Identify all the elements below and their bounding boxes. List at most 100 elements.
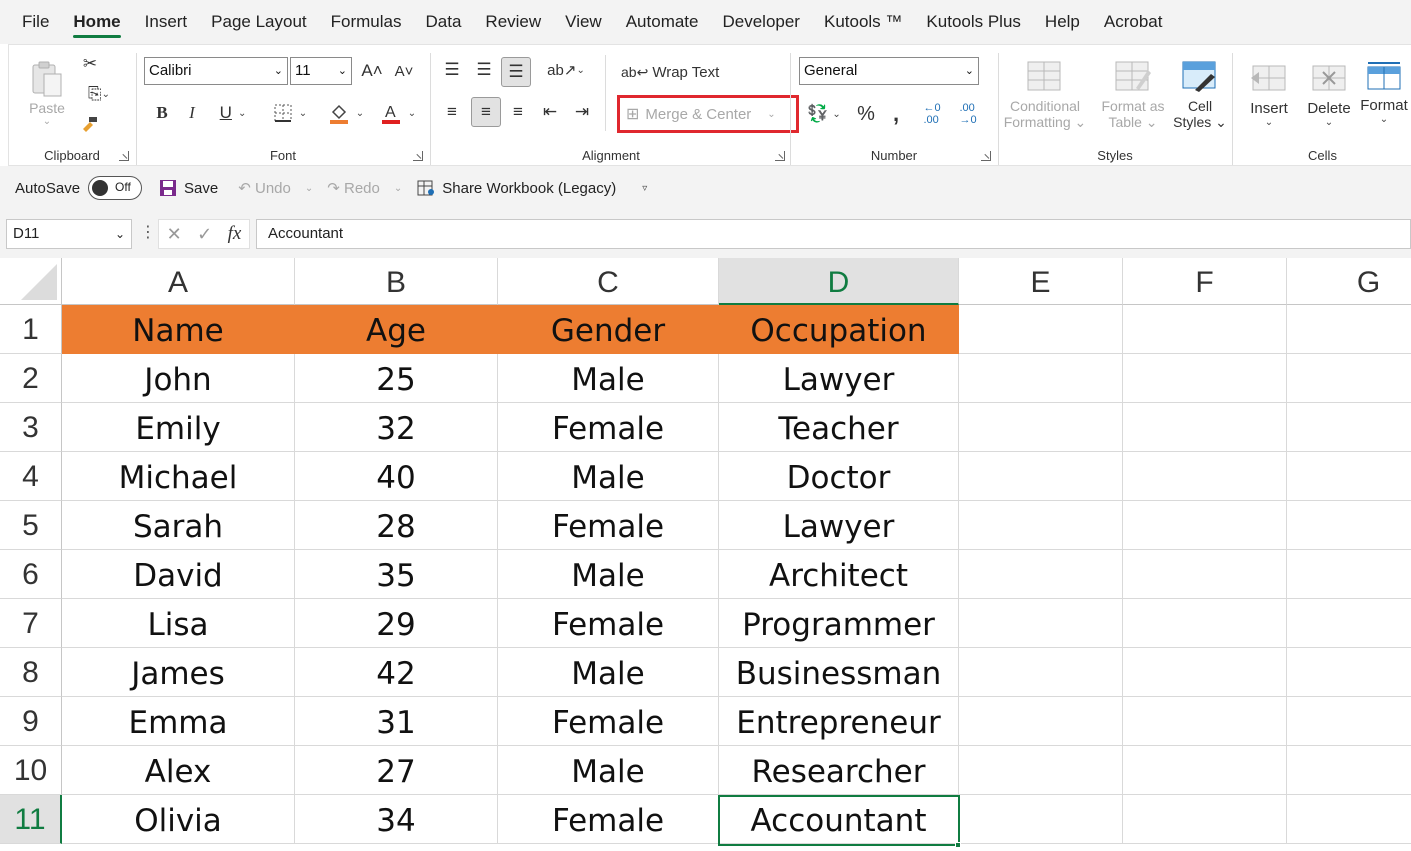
format-painter-button[interactable]: [79, 113, 101, 135]
tab-view[interactable]: View: [553, 0, 614, 44]
tab-formulas[interactable]: Formulas: [319, 0, 414, 44]
cell-g5[interactable]: [1287, 501, 1411, 550]
column-header-f[interactable]: F: [1123, 258, 1287, 305]
format-as-table-button[interactable]: Format as Table ⌄: [1093, 53, 1173, 137]
select-all-button[interactable]: [0, 258, 62, 305]
number-launcher[interactable]: [981, 151, 991, 161]
cell-f11[interactable]: [1123, 795, 1287, 844]
decrease-indent-button[interactable]: ⇤: [537, 99, 563, 125]
number-format-dropdown[interactable]: General ⌄: [799, 57, 979, 85]
row-header[interactable]: 2: [0, 354, 62, 403]
italic-button[interactable]: I: [181, 101, 203, 125]
cell-f6[interactable]: [1123, 550, 1287, 599]
row-header[interactable]: 7: [0, 599, 62, 648]
cell-e5[interactable]: [959, 501, 1123, 550]
column-header-e[interactable]: E: [959, 258, 1123, 305]
accounting-format-button[interactable]: 💱 ⌄: [801, 101, 847, 127]
cell-a10[interactable]: Alex: [62, 746, 295, 795]
cell-a4[interactable]: Michael: [62, 452, 295, 501]
align-center-button[interactable]: ≡: [471, 97, 501, 127]
cell-f2[interactable]: [1123, 354, 1287, 403]
fill-color-button[interactable]: ⌄: [323, 101, 369, 125]
cell-d4[interactable]: Doctor: [719, 452, 959, 501]
cell-d11[interactable]: Accountant: [719, 795, 959, 844]
cell-g4[interactable]: [1287, 452, 1411, 501]
cell-d3[interactable]: Teacher: [719, 403, 959, 452]
cell-d1[interactable]: Occupation: [719, 305, 959, 354]
undo-button[interactable]: ↶ Undo: [238, 179, 291, 197]
cell-b2[interactable]: 25: [295, 354, 498, 403]
tab-review[interactable]: Review: [473, 0, 553, 44]
cell-e2[interactable]: [959, 354, 1123, 403]
format-cells-button[interactable]: Format ⌄: [1355, 51, 1411, 135]
cell-a11[interactable]: Olivia: [62, 795, 295, 844]
column-header-c[interactable]: C: [498, 258, 719, 305]
cell-c3[interactable]: Female: [498, 403, 719, 452]
clipboard-launcher[interactable]: [119, 151, 129, 161]
cell-e1[interactable]: [959, 305, 1123, 354]
cell-d8[interactable]: Businessman: [719, 648, 959, 697]
tab-kutools-plus[interactable]: Kutools Plus: [914, 0, 1033, 44]
cell-g2[interactable]: [1287, 354, 1411, 403]
decrease-decimal-button[interactable]: .00 →0: [953, 101, 983, 127]
cell-a3[interactable]: Emily: [62, 403, 295, 452]
cell-b1[interactable]: Age: [295, 305, 498, 354]
cell-e9[interactable]: [959, 697, 1123, 746]
tab-page-layout[interactable]: Page Layout: [199, 0, 318, 44]
cell-c6[interactable]: Male: [498, 550, 719, 599]
row-header[interactable]: 4: [0, 452, 62, 501]
redo-button[interactable]: ↷ Redo: [327, 179, 380, 197]
merge-center-button[interactable]: ⊞ Merge & Center ⌄: [617, 95, 799, 133]
chevron-down-icon[interactable]: ⌄: [305, 183, 313, 194]
row-header[interactable]: 3: [0, 403, 62, 452]
cell-c1[interactable]: Gender: [498, 305, 719, 354]
font-launcher[interactable]: [413, 151, 423, 161]
cell-b9[interactable]: 31: [295, 697, 498, 746]
copy-button[interactable]: ⎘ ⌄: [79, 83, 119, 105]
middle-align-button[interactable]: ☰: [471, 57, 497, 83]
font-color-button[interactable]: A ⌄: [375, 101, 421, 125]
cell-g3[interactable]: [1287, 403, 1411, 452]
cell-c10[interactable]: Male: [498, 746, 719, 795]
bottom-align-button[interactable]: ☰: [501, 57, 531, 87]
customize-qat-icon[interactable]: ▿: [642, 183, 647, 194]
cell-g6[interactable]: [1287, 550, 1411, 599]
cell-f10[interactable]: [1123, 746, 1287, 795]
tab-file[interactable]: File: [0, 0, 61, 44]
font-name-dropdown[interactable]: Calibri ⌄: [144, 57, 288, 85]
orientation-button[interactable]: ab↗ ⌄: [545, 57, 587, 83]
cell-f1[interactable]: [1123, 305, 1287, 354]
cell-d6[interactable]: Architect: [719, 550, 959, 599]
percent-style-button[interactable]: %: [853, 101, 879, 127]
align-right-button[interactable]: ≡: [505, 99, 531, 125]
cell-a6[interactable]: David: [62, 550, 295, 599]
share-workbook-button[interactable]: Share Workbook (Legacy): [416, 178, 616, 198]
tab-automate[interactable]: Automate: [614, 0, 711, 44]
increase-indent-button[interactable]: ⇥: [569, 99, 595, 125]
cell-c7[interactable]: Female: [498, 599, 719, 648]
delete-cells-button[interactable]: Delete ⌄: [1299, 53, 1359, 137]
row-header[interactable]: 10: [0, 746, 62, 795]
paste-button[interactable]: Paste ⌄: [23, 53, 71, 133]
comma-style-button[interactable]: ,: [885, 101, 907, 127]
cell-d2[interactable]: Lawyer: [719, 354, 959, 403]
cell-g9[interactable]: [1287, 697, 1411, 746]
cell-a9[interactable]: Emma: [62, 697, 295, 746]
cell-b3[interactable]: 32: [295, 403, 498, 452]
cell-e7[interactable]: [959, 599, 1123, 648]
cell-e10[interactable]: [959, 746, 1123, 795]
column-header-a[interactable]: A: [62, 258, 295, 305]
cell-f8[interactable]: [1123, 648, 1287, 697]
cell-b7[interactable]: 29: [295, 599, 498, 648]
cell-g10[interactable]: [1287, 746, 1411, 795]
cell-g7[interactable]: [1287, 599, 1411, 648]
cell-b4[interactable]: 40: [295, 452, 498, 501]
cell-g8[interactable]: [1287, 648, 1411, 697]
cell-c9[interactable]: Female: [498, 697, 719, 746]
cell-d9[interactable]: Entrepreneur: [719, 697, 959, 746]
name-box[interactable]: D11 ⌄: [6, 219, 132, 249]
conditional-formatting-button[interactable]: Conditional Formatting ⌄: [1001, 53, 1089, 137]
tab-home[interactable]: Home: [61, 0, 132, 44]
underline-button[interactable]: U ⌄: [213, 101, 253, 125]
wrap-text-button[interactable]: ab↩ Wrap Text: [621, 59, 731, 85]
